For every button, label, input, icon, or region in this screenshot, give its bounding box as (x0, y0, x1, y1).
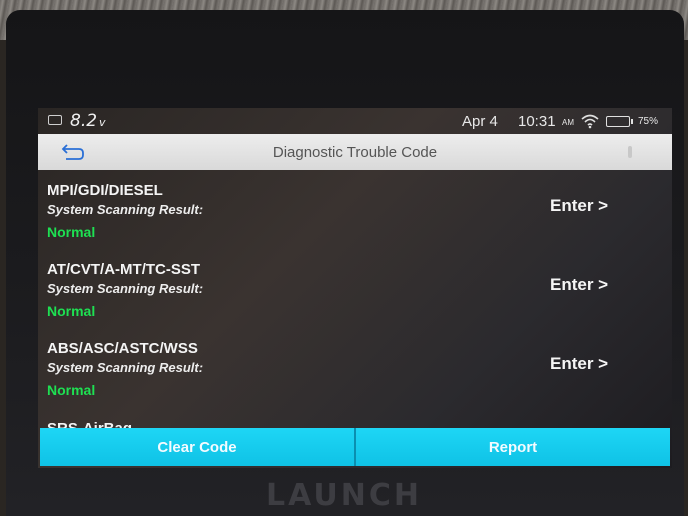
enter-button[interactable]: Enter > (550, 196, 608, 216)
system-name: MPI/GDI/DIESEL (47, 182, 163, 199)
system-list: MPI/GDI/DIESEL System Scanning Result: N… (38, 170, 672, 428)
enter-button[interactable]: Enter > (550, 275, 608, 295)
car-battery-icon (48, 115, 62, 125)
status-ampm: AM (562, 118, 574, 127)
scan-result-status: Normal (47, 224, 96, 240)
voltage-value: 8.2 (70, 111, 98, 131)
title-bar: Diagnostic Trouble Code (38, 134, 672, 170)
system-row: ABS/ASC/ASTC/WSS System Scanning Result:… (38, 328, 672, 406)
battery-icon (606, 116, 633, 127)
scan-result-status: Normal (47, 382, 96, 398)
bottom-action-bar: Clear Code Report (40, 428, 670, 466)
wifi-icon (581, 114, 599, 129)
status-bar: 8.2 v Apr 4 10:31 AM 75% (38, 108, 672, 134)
enter-button[interactable]: Enter > (550, 354, 608, 374)
scan-result-status: Normal (47, 303, 96, 319)
page-title: Diagnostic Trouble Code (272, 144, 438, 161)
voltage-unit: v (99, 116, 106, 129)
system-name: ABS/ASC/ASTC/WSS (47, 340, 198, 357)
scan-result-label: System Scanning Result: (47, 202, 204, 217)
status-time: 10:31 (518, 113, 556, 130)
clear-code-button[interactable]: Clear Code (40, 428, 354, 466)
system-name: AT/CVT/A-MT/TC-SST (47, 261, 201, 278)
battery-percent: 75% (638, 116, 659, 127)
system-name: SRS-AirBag (47, 420, 132, 428)
voltage-readout: 8.2 v (70, 111, 106, 131)
menu-icon[interactable] (628, 146, 632, 158)
device-screen: 8.2 v Apr 4 10:31 AM 75% Diagnostic Troub… (38, 108, 672, 468)
device-brand-logo: LAUNCH (265, 478, 422, 513)
system-row: SRS-AirBag (38, 408, 672, 428)
report-button[interactable]: Report (356, 428, 670, 466)
scan-result-label: System Scanning Result: (47, 360, 204, 375)
status-date: Apr 4 (462, 113, 498, 130)
scan-result-label: System Scanning Result: (47, 281, 204, 296)
system-row: MPI/GDI/DIESEL System Scanning Result: N… (38, 170, 672, 248)
system-row: AT/CVT/A-MT/TC-SST System Scanning Resul… (38, 249, 672, 327)
